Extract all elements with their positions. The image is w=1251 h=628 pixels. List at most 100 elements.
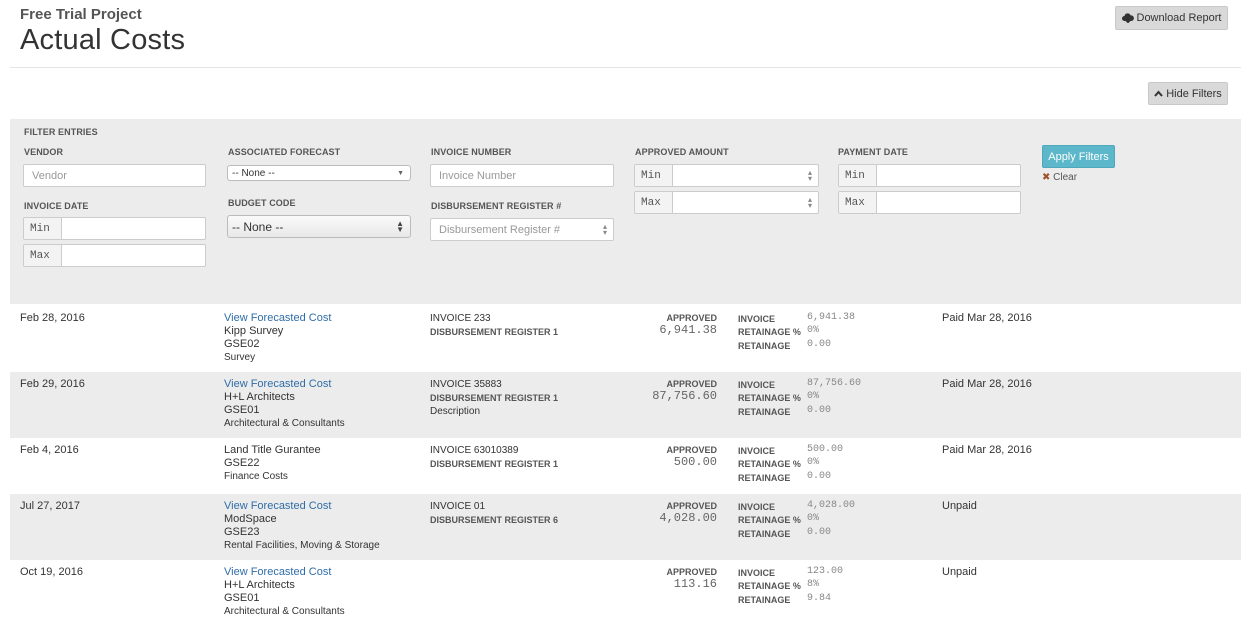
approved-amount: 6,941.38 <box>659 323 717 337</box>
invoice-number-input[interactable]: Invoice Number <box>430 164 614 187</box>
retainage-amount: 9.84 <box>807 593 832 604</box>
max-addon: Max <box>839 192 877 213</box>
download-report-button[interactable]: Download Report <box>1115 6 1228 30</box>
retainage-amount: 0.00 <box>807 527 832 538</box>
clear-filters-link[interactable]: ✖ Clear <box>1042 172 1077 183</box>
page-title: Actual Costs <box>20 24 186 56</box>
table-row[interactable]: Feb 29, 2016 View Forecasted Cost H+L Arc… <box>10 372 1241 438</box>
approved-amount-min[interactable]: Min ▴ ▾ <box>634 164 819 187</box>
view-forecasted-cost-link[interactable]: View Forecasted Cost <box>224 566 331 579</box>
budget-code: GSE01 <box>224 404 260 416</box>
approved-amount: 500.00 <box>673 455 717 469</box>
payment-status: Paid Mar 28, 2016 <box>942 312 1032 324</box>
view-forecasted-cost-link[interactable]: View Forecasted Cost <box>224 500 331 513</box>
vendor-name: Kipp Survey <box>224 325 284 337</box>
retainage-amount: 0.00 <box>807 405 832 416</box>
approved-amount: 4,028.00 <box>659 511 717 525</box>
close-icon: ✖ <box>1042 172 1051 183</box>
max-addon: Max <box>24 245 62 266</box>
payment-date-min-input[interactable] <box>877 165 1020 186</box>
budget-code: GSE22 <box>224 457 260 469</box>
payment-date-max-input[interactable] <box>877 192 1020 213</box>
payment-date-min[interactable]: Min <box>838 164 1021 187</box>
invoice-date-max[interactable]: Max <box>23 244 206 267</box>
header-divider <box>10 67 1241 68</box>
disbursement-register: DISBURSEMENT REGISTER 1 <box>430 393 559 403</box>
invoice-number: INVOICE 35883 <box>430 379 502 390</box>
invoice-date: Feb 28, 2016 <box>20 312 85 324</box>
disbursement-input[interactable]: Disbursement Register # ▴ ▾ <box>430 218 614 241</box>
approved-label: APPROVED <box>666 445 717 455</box>
vendor-input[interactable]: Vendor <box>23 164 206 187</box>
invoice-date: Jul 27, 2017 <box>20 500 80 512</box>
approved-block: APPROVED 4,028.00 <box>610 501 717 525</box>
apply-filters-button[interactable]: Apply Filters <box>1042 145 1115 168</box>
disbursement-register: DISBURSEMENT REGISTER 1 <box>430 327 559 337</box>
spinner-icon: ▴ ▾ <box>807 195 812 210</box>
filter-entries-label: FILTER ENTRIES <box>24 127 98 137</box>
chevron-down-icon: ▼ <box>397 169 404 177</box>
budget-category: Survey <box>224 352 256 363</box>
invoice-date: Feb 4, 2016 <box>20 444 79 456</box>
approved-amount-max[interactable]: Max ▴ ▾ <box>634 191 819 214</box>
approved-amount: 87,756.60 <box>652 389 717 403</box>
invoice-date-label: INVOICE DATE <box>24 201 89 211</box>
cloud-download-icon <box>1121 13 1134 23</box>
payment-status: Unpaid <box>942 500 977 512</box>
forecast-select[interactable]: -- None -- ▼ <box>227 165 411 181</box>
vendor-label: VENDOR <box>24 147 64 157</box>
approved-amount-min-input[interactable]: ▴ ▾ <box>673 165 818 186</box>
page-header: Free Trial Project Actual Costs <box>20 6 185 57</box>
forecast-label: ASSOCIATED FORECAST <box>228 147 341 157</box>
chevron-up-icon <box>1154 90 1163 97</box>
payment-status: Unpaid <box>942 566 977 578</box>
table-row[interactable]: Jul 27, 2017 View Forecasted Cost ModSpac… <box>10 494 1241 560</box>
invoice-date-min-input[interactable] <box>62 218 205 239</box>
invoice-number: INVOICE 233 <box>430 313 491 324</box>
table-row[interactable]: Oct 19, 2016 View Forecasted Cost H+L Arc… <box>10 560 1241 626</box>
invoice-number-label: INVOICE NUMBER <box>431 147 512 157</box>
approved-label: APPROVED <box>666 567 717 577</box>
retainage-amount: 0.00 <box>807 339 832 350</box>
approved-label: APPROVED <box>666 501 717 511</box>
approved-amount-label: APPROVED AMOUNT <box>635 147 729 157</box>
budget-category: Finance Costs <box>224 471 288 482</box>
invoice-date: Oct 19, 2016 <box>20 566 83 578</box>
approved-label: APPROVED <box>666 379 717 389</box>
invoice-date-max-input[interactable] <box>62 245 205 266</box>
budget-code: GSE01 <box>224 592 260 604</box>
payment-date-max[interactable]: Max <box>838 191 1021 214</box>
approved-block: APPROVED 87,756.60 <box>610 379 717 403</box>
table-row[interactable]: Feb 28, 2016 View Forecasted Cost Kipp Su… <box>10 306 1241 372</box>
budget-code-select-value: -- None -- <box>232 219 284 234</box>
hide-filters-button[interactable]: Hide Filters <box>1148 82 1228 105</box>
budget-code-select[interactable]: -- None -- ▲ ▼ <box>227 215 411 238</box>
approved-amount: 113.16 <box>673 577 717 591</box>
invoice-date-min[interactable]: Min <box>23 217 206 240</box>
budget-category: Architectural & Consultants <box>224 418 345 429</box>
view-forecasted-cost-link[interactable]: View Forecasted Cost <box>224 378 331 391</box>
payment-status: Paid Mar 28, 2016 <box>942 378 1032 390</box>
invoice-number: INVOICE 63010389 <box>430 445 519 456</box>
updown-icon: ▲ ▼ <box>396 218 404 234</box>
disbursement-register: DISBURSEMENT REGISTER 1 <box>430 459 559 469</box>
approved-label: APPROVED <box>666 313 717 323</box>
budget-code: GSE23 <box>224 526 260 538</box>
vendor-name: Land Title Gurantee <box>224 444 321 456</box>
budget-code: GSE02 <box>224 338 260 350</box>
retainage-label: RETAINAGE <box>738 529 791 539</box>
approved-block: APPROVED 6,941.38 <box>610 313 717 337</box>
max-addon: Max <box>635 192 673 213</box>
invoice-description: Description <box>430 406 481 417</box>
budget-category: Architectural & Consultants <box>224 606 345 617</box>
vendor-name: H+L Architects <box>224 579 295 591</box>
project-name: Free Trial Project <box>20 6 142 23</box>
download-report-label: Download Report <box>1136 12 1222 24</box>
approved-amount-max-input[interactable]: ▴ ▾ <box>673 192 818 213</box>
retainage-label: RETAINAGE <box>738 341 791 351</box>
spinner-icon: ▴ ▾ <box>602 222 607 237</box>
payment-status: Paid Mar 28, 2016 <box>942 444 1032 456</box>
hide-filters-label: Hide Filters <box>1166 87 1222 100</box>
view-forecasted-cost-link[interactable]: View Forecasted Cost <box>224 312 331 325</box>
spinner-icon: ▴ ▾ <box>807 168 812 183</box>
